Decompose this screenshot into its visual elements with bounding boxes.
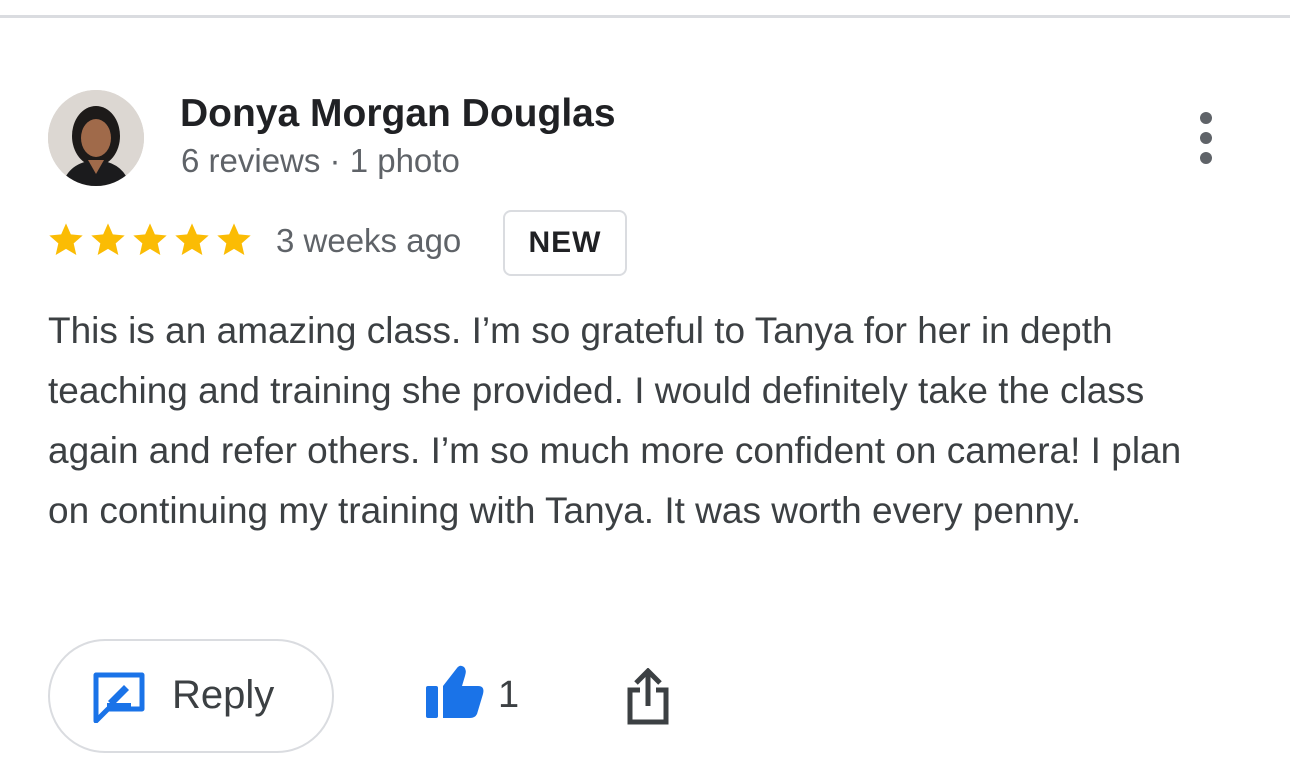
- thumbs-up-icon: [426, 665, 484, 718]
- star-icon: [133, 223, 167, 255]
- avatar[interactable]: [48, 90, 144, 186]
- share-button[interactable]: [622, 667, 674, 726]
- reviewer-meta: 6 reviews · 1 photo: [181, 142, 460, 179]
- star-icon: [49, 223, 83, 255]
- star-icon: [175, 223, 209, 255]
- reply-icon: [93, 672, 145, 723]
- star-icon: [91, 223, 125, 255]
- like-button[interactable]: 1: [424, 664, 524, 724]
- review-card: Donya Morgan Douglas 6 reviews · 1 photo…: [0, 0, 1290, 769]
- reply-button[interactable]: Reply: [48, 639, 334, 753]
- reviewer-name[interactable]: Donya Morgan Douglas: [180, 92, 616, 136]
- reply-label: Reply: [172, 673, 275, 717]
- like-count: 1: [498, 674, 520, 716]
- more-options-button[interactable]: [1186, 108, 1226, 168]
- share-icon: [627, 667, 669, 725]
- top-divider: [0, 15, 1290, 18]
- new-badge: NEW: [503, 210, 627, 276]
- star-icon: [217, 223, 251, 255]
- star-rating: [46, 220, 254, 260]
- review-text: This is an amazing class. I’m so gratefu…: [48, 310, 1182, 531]
- review-time: 3 weeks ago: [276, 222, 462, 259]
